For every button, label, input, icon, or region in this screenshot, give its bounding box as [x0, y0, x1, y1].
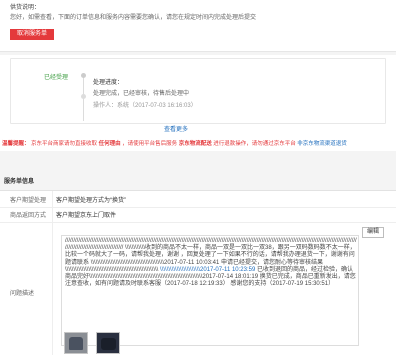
notice-text: 您好，如需查看，下面的订单信息和服务内容需要您确认，请您在规定时间内完成处理后提… [10, 15, 257, 21]
progress-panel: 已经受理 处理进度： 处理完成，已经审核，待售后处理中 操作人：系统（2017-… [0, 55, 396, 151]
cancel-service-button[interactable]: 取消服务单 [10, 29, 54, 40]
progress-operator: 操作人：系统（2017-07-03 16:16:03） [93, 103, 197, 109]
notice-title: 供货说明： [10, 5, 41, 11]
product-photo-thumbnail[interactable] [64, 332, 88, 354]
warning-text: 京东物流配送 [178, 141, 212, 147]
row-divider [0, 207, 396, 208]
content-line: 感谢您的支持（2017-07-19 15:30:51） [230, 281, 335, 288]
problem-description-text: ////////////////////////////////////////… [65, 238, 357, 288]
progress-title: 处理进度： [93, 80, 124, 86]
warning-prefix: 温馨提醒： [2, 141, 30, 147]
edit-button[interactable]: 编辑 [362, 227, 384, 238]
shoe-image-icon [101, 338, 116, 350]
warning-text: 京东平台商家请勿直接收取 [31, 141, 98, 147]
shoe-image-icon [69, 337, 83, 350]
step-status-label: 已经受理 [44, 75, 69, 81]
row-label: 客户期望处理 [10, 198, 47, 204]
service-section-header: 服务单信息 [0, 174, 396, 188]
column-divider [52, 191, 53, 355]
warning-text: 进行退款操作，请勿通过京东平台 [213, 141, 296, 147]
content-line: \\\\\\\\\\\\\\\\\\\\\\\\\\\\\\\\\\\\\\\\… [90, 259, 220, 266]
warning-link[interactable]: 非京东物流渠道退货 [297, 141, 347, 147]
row-divider [0, 222, 396, 223]
row-label: 商品返回方式 [10, 213, 47, 219]
warning-notice: 温馨提醒： 京东平台商家请勿直接收取 任何理由 ，请使用平台售后服务 京东物流配… [0, 139, 396, 151]
service-notice: 供货说明： 您好，如需查看，下面的订单信息和服务内容需要您确认，请您在规定时间内… [0, 0, 396, 52]
product-photo-thumbnail[interactable] [96, 332, 120, 354]
row-value: 客户期望京东上门取件 [56, 213, 117, 219]
progress-description: 处理完成，已经审核，待售后处理中 [93, 91, 190, 97]
service-info-table: 客户期望处理 客户期望处理方式为“换货” 商品返回方式 客户期望京东上门取件 问… [0, 190, 396, 355]
timeline-dot-icon [81, 94, 86, 99]
progress-box: 已经受理 处理进度： 处理完成，已经审核，待售后处理中 操作人：系统（2017-… [10, 58, 386, 124]
problem-description-box[interactable]: ////////////////////////////////////////… [61, 235, 359, 346]
timeline-dot-icon [81, 73, 86, 78]
warning-text: 任何理由 [98, 141, 121, 147]
view-more-link[interactable]: 查看更多 [164, 124, 188, 133]
content-line: \\\\\\\\\\\\\\\\\\\\\\\\2017-07-11 10:23… [160, 266, 256, 273]
warning-text: ，请使用平台售后服务 [122, 141, 178, 147]
section-title: 服务单信息 [4, 179, 35, 185]
row-value: 客户期望处理方式为“换货” [56, 198, 126, 204]
row-label: 问题描述 [10, 291, 35, 297]
